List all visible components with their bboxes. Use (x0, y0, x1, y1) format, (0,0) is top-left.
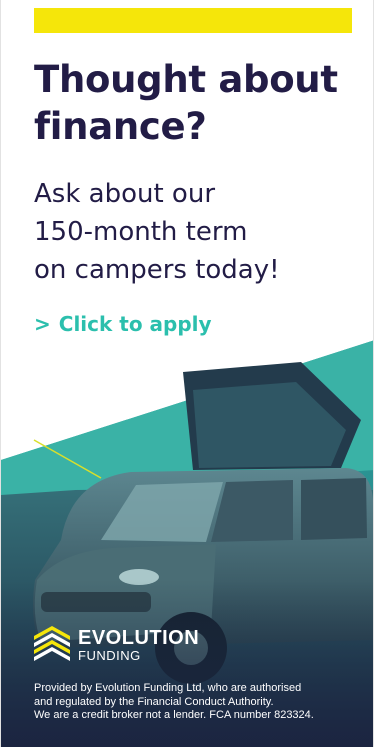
headline: Thought about finance? (34, 56, 364, 150)
disclaimer-line-1: Provided by Evolution Funding Ltd, who a… (34, 682, 302, 694)
ad-banner[interactable]: Thought about finance? Ask about our 150… (0, 0, 374, 747)
legal-disclaimer: Provided by Evolution Funding Ltd, who a… (34, 682, 364, 723)
subhead-line-3: on campers today! (34, 255, 280, 285)
disclaimer-line-2: and regulated by the Financial Conduct A… (34, 695, 274, 708)
disclaimer-line-3: We are a credit broker not a lender. FCA… (34, 709, 314, 721)
brand-subname: FUNDING (78, 647, 141, 663)
subheadline: Ask about our 150-month term on campers … (34, 175, 364, 289)
brand-name: EVOLUTION (78, 626, 200, 649)
evolution-funding-logo: EVOLUTION FUNDING (34, 626, 199, 664)
evolution-logo-icon (34, 626, 70, 661)
accent-bar (34, 8, 352, 33)
headline-line-2: finance? (34, 105, 207, 148)
subhead-line-2: 150-month term (34, 217, 248, 247)
subhead-line-1: Ask about our (34, 179, 216, 209)
headline-line-1: Thought about (34, 58, 338, 101)
